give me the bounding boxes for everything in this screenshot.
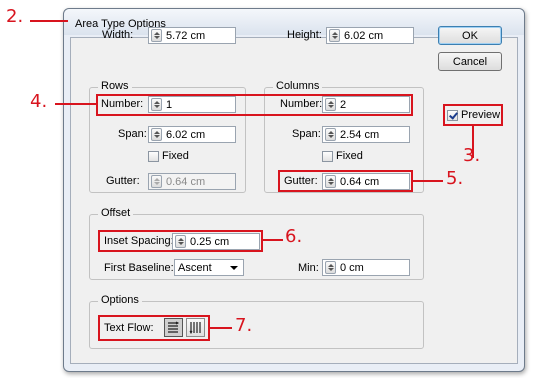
callout-line-2 <box>30 20 68 22</box>
rows-gutter-label: Gutter: <box>106 175 140 187</box>
callout-4: 4. <box>30 91 48 112</box>
min-label: Min: <box>298 262 319 274</box>
columns-fixed-label: Fixed <box>336 150 363 162</box>
callout-line-7 <box>210 327 232 329</box>
width-field[interactable]: 5.72 cm <box>148 27 236 44</box>
callout-line-5 <box>413 180 443 182</box>
columns-fixed-checkbox[interactable]: Fixed <box>322 150 363 162</box>
ok-button[interactable]: OK <box>438 26 502 45</box>
callout-line-6 <box>263 239 283 241</box>
offset-group-title: Offset <box>98 207 134 219</box>
height-field[interactable]: 6.02 cm <box>326 27 414 44</box>
rows-span-field[interactable]: 6.02 cm <box>148 126 236 143</box>
callout-6: 6. <box>285 226 303 247</box>
highlight-inset-spacing <box>98 230 263 252</box>
callout-7: 7. <box>235 315 253 336</box>
columns-span-label: Span: <box>292 128 321 140</box>
rows-span-label: Span: <box>118 128 147 140</box>
min-stepper-icon[interactable] <box>325 261 336 274</box>
first-baseline-value: Ascent <box>178 261 212 274</box>
rows-span-value: 6.02 cm <box>166 128 206 141</box>
rows-gutter-value: 0.64 cm <box>166 175 206 188</box>
rows-fixed-checkbox[interactable]: Fixed <box>148 150 189 162</box>
height-stepper-icon[interactable] <box>329 29 340 42</box>
highlight-preview <box>443 104 503 126</box>
rows-span-stepper-icon[interactable] <box>151 128 162 141</box>
highlight-text-flow <box>98 315 210 341</box>
rows-gutter-stepper-icon[interactable] <box>151 175 162 188</box>
width-value: 5.72 cm <box>166 29 206 42</box>
width-label: Width: <box>102 29 134 41</box>
options-group-title: Options <box>98 294 142 306</box>
width-stepper-icon[interactable] <box>151 29 162 42</box>
height-label: Height: <box>287 29 322 41</box>
callout-3: 3. <box>463 145 481 166</box>
rows-gutter-field[interactable]: 0.64 cm <box>148 173 236 190</box>
highlight-number <box>96 94 413 116</box>
columns-span-field[interactable]: 2.54 cm <box>322 126 410 143</box>
rows-group-title: Rows <box>98 80 132 92</box>
columns-group-title: Columns <box>273 80 323 92</box>
cancel-button[interactable]: Cancel <box>438 52 502 71</box>
columns-span-stepper-icon[interactable] <box>325 128 336 141</box>
chevron-down-icon <box>230 266 238 270</box>
callout-2: 2. <box>6 6 24 27</box>
rows-fixed-check-icon[interactable] <box>148 150 159 162</box>
callout-line-4 <box>55 103 97 105</box>
first-baseline-select[interactable]: Ascent <box>174 259 244 276</box>
callout-5: 5. <box>446 168 464 189</box>
highlight-columns-gutter <box>278 170 413 192</box>
height-value: 6.02 cm <box>344 29 384 42</box>
min-value: 0 cm <box>340 261 364 274</box>
rows-fixed-label: Fixed <box>162 150 189 162</box>
columns-span-value: 2.54 cm <box>340 128 380 141</box>
first-baseline-label: First Baseline: <box>104 262 174 274</box>
columns-fixed-check-icon[interactable] <box>322 150 333 162</box>
min-field[interactable]: 0 cm <box>322 259 410 276</box>
